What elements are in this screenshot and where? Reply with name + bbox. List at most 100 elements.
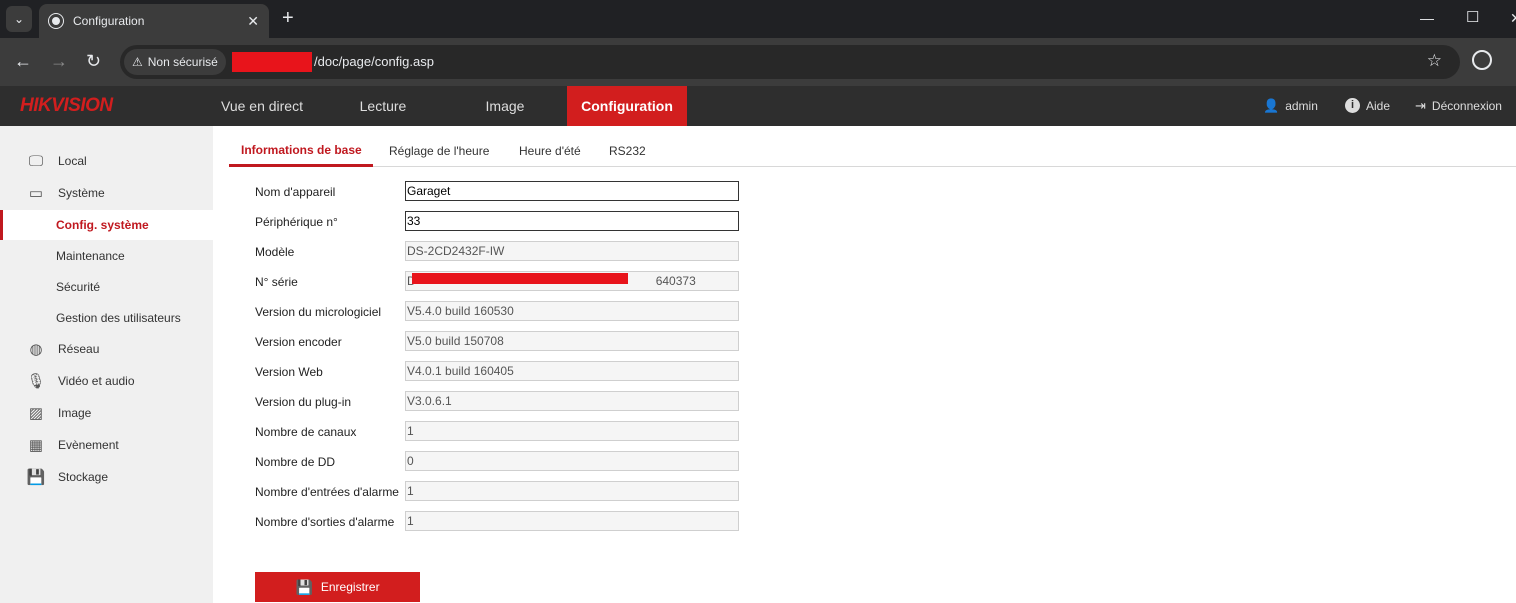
tab-close-icon[interactable]: ✕ [247,13,259,30]
help-icon: i [1345,98,1360,113]
hdd-count-field [405,451,739,471]
user-icon: 👤 [1263,98,1280,113]
sidebar-item-user-management[interactable]: Gestion des utilisateurs [0,303,213,333]
device-number-input[interactable] [405,211,739,231]
sidebar-item-label: Système [58,186,105,200]
device-name-label: Nom d'appareil [255,185,336,199]
sidebar-item-label: Maintenance [56,249,125,263]
nav-live-view[interactable]: Vue en direct [207,86,317,126]
warning-icon: ⚠ [132,55,143,69]
save-label: Enregistrer [320,580,380,594]
plugin-version-label: Version du plug-in [255,395,352,409]
help-label: Aide [1366,98,1391,113]
reload-icon[interactable]: ↻ [86,52,101,70]
tab-rs232[interactable]: RS232 [609,144,646,158]
browser-toolbar: ← → ↻ ⚠ Non sécurisé /doc/page/config.as… [0,38,1516,86]
alarm-outputs-field [405,511,739,531]
active-tab-indicator [229,164,373,167]
browser-tabbar: ⌄ Configuration ✕ + — ☐ ✕ [0,0,1516,38]
profile-icon[interactable] [1472,50,1492,70]
sidebar-item-event[interactable]: ▦ Evènement [0,430,213,460]
user-menu[interactable]: 👤 admin [1263,98,1318,114]
floppy-icon: 💾 [26,469,46,486]
help-link[interactable]: i Aide [1345,98,1390,113]
sidebar: 🖵 Local ▭ Système Config. système Mainte… [0,126,213,603]
logout-link[interactable]: ⇥ Déconnexion [1415,98,1502,114]
device-number-label: Périphérique n° [255,215,338,229]
web-version-label: Version Web [255,365,323,379]
app-header: HIKVISION Vue en direct Lecture Image Co… [0,86,1516,126]
save-button[interactable]: 💾 Enregistrer [255,572,420,602]
browser-tab[interactable]: Configuration ✕ [39,4,269,38]
sidebar-item-system-settings[interactable]: Config. système [0,210,213,240]
sidebar-item-maintenance[interactable]: Maintenance [0,241,213,271]
monitor-icon: 🖵 [28,152,44,170]
maximize-icon[interactable]: ☐ [1466,8,1479,26]
model-field [405,241,739,261]
sidebar-item-label: Vidéo et audio [58,374,135,388]
sidebar-item-label: Sécurité [56,280,101,294]
alarm-inputs-field [405,481,739,501]
tab-title: Configuration [73,14,145,28]
channels-label: Nombre de canaux [255,425,357,439]
alarm-inputs-label: Nombre d'entrées d'alarme [255,485,399,499]
tab-dst[interactable]: Heure d'été [519,144,581,158]
forward-icon[interactable]: → [50,52,68,70]
hdd-count-label: Nombre de DD [255,455,336,469]
encoder-label: Version encoder [255,335,342,349]
sidebar-item-video-audio[interactable]: 🎙 Vidéo et audio [0,366,213,396]
nav-picture[interactable]: Image [470,86,540,126]
microphone-icon: 🎙 [26,373,46,390]
firmware-field [405,301,739,321]
image-icon: ▨ [28,405,44,422]
channels-field [405,421,739,441]
plugin-version-field [405,391,739,411]
security-chip[interactable]: ⚠ Non sécurisé [124,49,226,75]
address-bar[interactable]: ⚠ Non sécurisé /doc/page/config.asp ☆ [120,45,1460,79]
logout-icon: ⇥ [1415,98,1426,113]
redacted-serial [412,273,628,284]
sidebar-item-label: Réseau [58,342,100,356]
firmware-label: Version du micrologiciel [255,305,382,319]
nav-configuration[interactable]: Configuration [567,86,687,126]
tab-time-settings[interactable]: Réglage de l'heure [389,144,489,158]
nav-playback[interactable]: Lecture [340,86,426,126]
sidebar-item-local[interactable]: 🖵 Local [0,146,213,176]
username: admin [1285,99,1318,113]
sidebar-item-image[interactable]: ▨ Image [0,398,213,428]
web-version-field [405,361,739,381]
device-name-input[interactable] [405,181,739,201]
sidebar-item-storage[interactable]: 💾 Stockage [0,462,213,492]
camera-favicon-icon [49,14,63,28]
close-window-icon[interactable]: ✕ [1510,10,1516,27]
security-label: Non sécurisé [147,55,218,69]
globe-icon: ◍ [29,341,43,358]
tab-basic-info[interactable]: Informations de base [241,143,362,157]
bookmark-star-icon[interactable]: ☆ [1427,51,1442,71]
sidebar-item-label: Config. système [56,218,149,232]
back-icon[interactable]: ← [14,52,32,70]
sidebar-item-network[interactable]: ◍ Réseau [0,334,213,364]
floppy-icon: 💾 [295,578,313,595]
serial-label: N° série [255,275,298,289]
sidebar-item-label: Image [58,406,92,420]
window-icon: ▭ [28,185,44,202]
alarm-outputs-label: Nombre d'sorties d'alarme [255,515,395,529]
sidebar-item-label: Evènement [58,438,119,452]
sidebar-item-security[interactable]: Sécurité [0,272,213,302]
url-path: /doc/page/config.asp [314,54,434,69]
sidebar-item-label: Gestion des utilisateurs [56,311,181,325]
logout-label: Déconnexion [1431,99,1502,113]
new-tab-icon[interactable]: + [282,8,294,28]
redacted-host [232,52,312,72]
brand-logo: HIKVISION [20,95,113,116]
subtab-bar: Informations de base Réglage de l'heure … [229,126,1516,167]
minimize-icon[interactable]: — [1420,10,1434,26]
sidebar-item-label: Local [58,154,87,168]
sidebar-item-system[interactable]: ▭ Système [0,178,213,208]
sidebar-item-label: Stockage [58,470,109,484]
model-label: Modèle [255,245,295,259]
tab-list-chevron-icon[interactable]: ⌄ [6,6,32,32]
encoder-field [405,331,739,351]
calendar-icon: ▦ [28,437,44,454]
